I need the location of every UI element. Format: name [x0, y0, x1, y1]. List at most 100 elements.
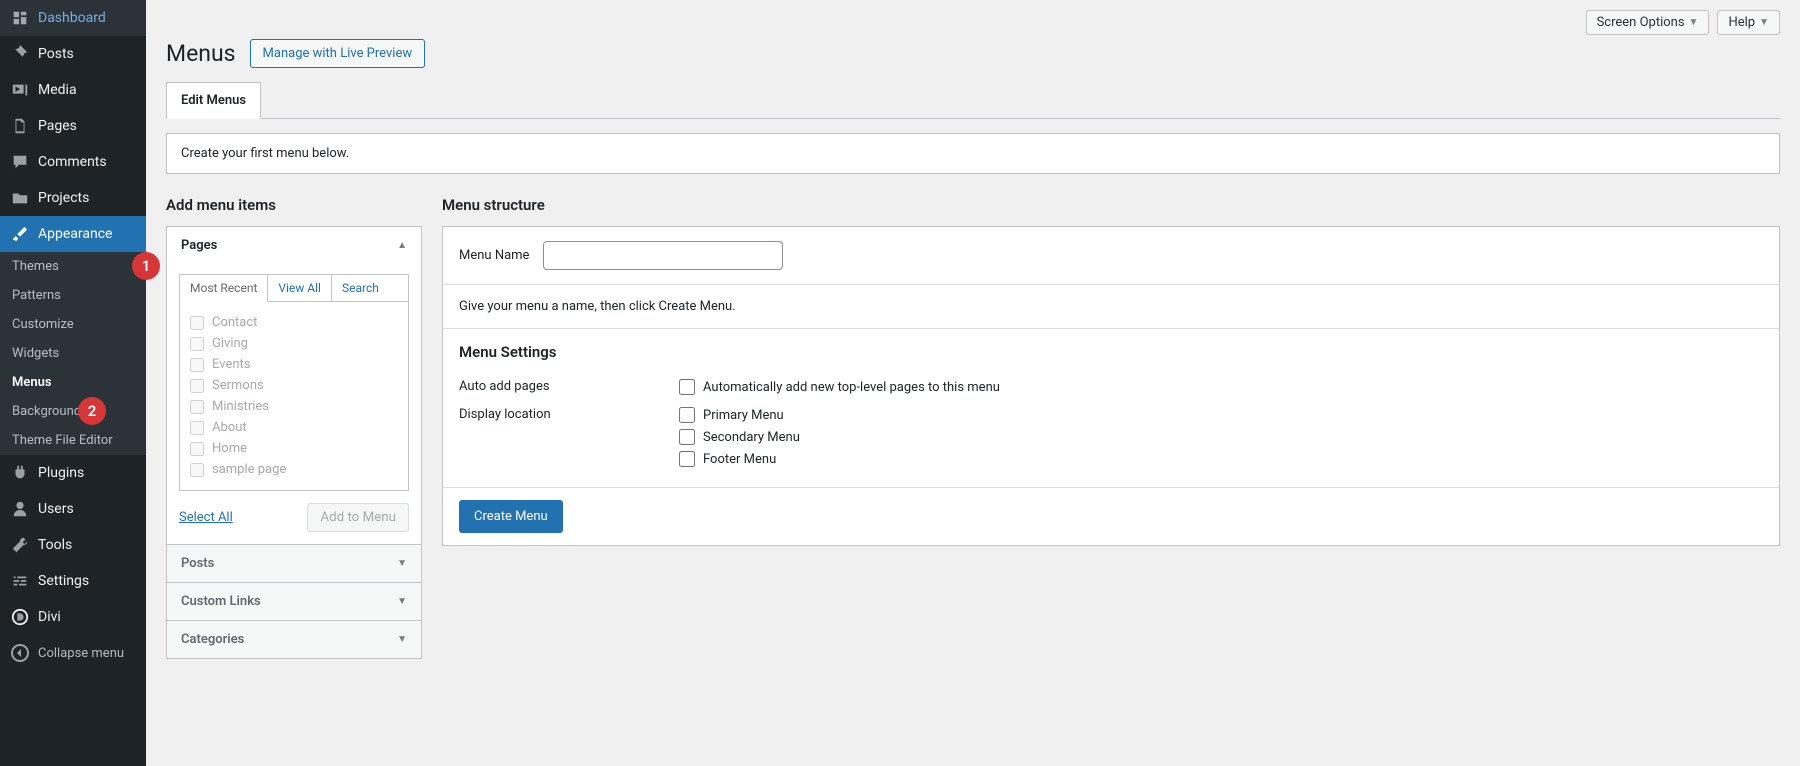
caret-down-icon: ▼ [1759, 17, 1769, 28]
list-item[interactable]: Events [190, 354, 398, 375]
list-item[interactable]: Sermons [190, 375, 398, 396]
auto-add-label: Auto add pages [459, 379, 679, 395]
location-primary[interactable]: Primary Menu [679, 407, 800, 423]
label: Users [38, 501, 74, 517]
list-item[interactable]: Ministries [190, 396, 398, 417]
caret-down-icon: ▼ [397, 596, 407, 607]
badge-appearance: 1 [132, 252, 160, 280]
sidebar-item-plugins[interactable]: Plugins [0, 455, 146, 491]
checkbox[interactable] [679, 407, 695, 423]
sidebar-item-settings[interactable]: Settings [0, 563, 146, 599]
list-item[interactable]: Contact [190, 312, 398, 333]
subtab-search[interactable]: Search [332, 275, 408, 302]
help-button[interactable]: Help▼ [1717, 10, 1780, 35]
submenu-menus[interactable]: Menus [0, 368, 146, 397]
caret-down-icon: ▼ [397, 558, 407, 569]
submenu-background[interactable]: Background [0, 397, 146, 426]
caret-down-icon: ▼ [1689, 17, 1699, 28]
caret-up-icon: ▲ [397, 240, 407, 251]
label: Media [38, 82, 77, 98]
list-item[interactable]: Home [190, 438, 398, 459]
submenu-customize[interactable]: Customize [0, 310, 146, 339]
list-item[interactable]: sample page [190, 459, 398, 480]
accordion-pages[interactable]: Pages▲ [167, 227, 421, 264]
add-to-menu-button[interactable]: Add to Menu [307, 503, 409, 532]
pin-icon [10, 44, 30, 64]
auto-add-option[interactable]: Automatically add new top-level pages to… [679, 379, 1000, 395]
main-content: Screen Options▼ Help▼ Menus Manage with … [146, 0, 1800, 766]
label: Settings [38, 573, 89, 589]
sidebar-item-media[interactable]: Media [0, 72, 146, 108]
location-secondary[interactable]: Secondary Menu [679, 429, 800, 445]
sidebar-item-pages[interactable]: Pages [0, 108, 146, 144]
media-icon [10, 80, 30, 100]
live-preview-button[interactable]: Manage with Live Preview [250, 39, 426, 68]
menu-name-input[interactable] [543, 241, 783, 270]
checkbox[interactable] [190, 400, 204, 414]
brush-icon [10, 224, 30, 244]
create-menu-button[interactable]: Create Menu [459, 500, 563, 533]
select-all-link[interactable]: Select All [179, 510, 233, 525]
pages-checklist: Contact Giving Events Sermons Ministries… [179, 302, 409, 491]
checkbox[interactable] [190, 463, 204, 477]
submenu-theme-editor[interactable]: Theme File Editor [0, 426, 146, 455]
settings-title: Menu Settings [459, 343, 1763, 361]
comments-icon [10, 152, 30, 172]
sidebar-item-tools[interactable]: Tools [0, 527, 146, 563]
checkbox[interactable] [679, 429, 695, 445]
subtab-recent[interactable]: Most Recent [180, 275, 268, 302]
badge-menus: 2 [78, 397, 106, 425]
collapse-menu[interactable]: Collapse menu [0, 635, 146, 671]
checkbox[interactable] [190, 316, 204, 330]
label: Tools [38, 537, 72, 553]
accordion-posts[interactable]: Posts▼ [167, 545, 421, 582]
list-item[interactable]: About [190, 417, 398, 438]
caret-down-icon: ▼ [397, 634, 407, 645]
submenu-themes[interactable]: Themes [0, 252, 146, 281]
checkbox[interactable] [679, 379, 695, 395]
sidebar-item-comments[interactable]: Comments [0, 144, 146, 180]
user-icon [10, 499, 30, 519]
sidebar-item-users[interactable]: Users [0, 491, 146, 527]
menu-name-label: Menu Name [459, 248, 529, 263]
submenu-patterns[interactable]: Patterns [0, 281, 146, 310]
accordion-custom-links[interactable]: Custom Links▼ [167, 583, 421, 620]
sidebar-item-divi[interactable]: Divi [0, 599, 146, 635]
admin-sidebar: Dashboard Posts Media Pages Comments Pro… [0, 0, 146, 766]
label: Pages [38, 118, 77, 134]
label: Plugins [38, 465, 84, 481]
notice: Create your first menu below. [166, 133, 1780, 174]
accordion-categories[interactable]: Categories▼ [167, 621, 421, 658]
sidebar-item-posts[interactable]: Posts [0, 36, 146, 72]
location-footer[interactable]: Footer Menu [679, 451, 800, 467]
tools-icon [10, 535, 30, 555]
checkbox[interactable] [190, 379, 204, 393]
checkbox[interactable] [190, 421, 204, 435]
submenu-widgets[interactable]: Widgets [0, 339, 146, 368]
accordion: Pages▲ Most Recent View All Search Conta… [166, 226, 422, 659]
sidebar-item-projects[interactable]: Projects [0, 180, 146, 216]
list-item[interactable]: Giving [190, 333, 398, 354]
checkbox[interactable] [679, 451, 695, 467]
add-items-heading: Add menu items [166, 196, 422, 214]
checkbox[interactable] [190, 337, 204, 351]
label: Comments [38, 154, 107, 170]
sidebar-item-dashboard[interactable]: Dashboard [0, 0, 146, 36]
checkbox[interactable] [190, 358, 204, 372]
label: Posts [38, 46, 74, 62]
plugin-icon [10, 463, 30, 483]
tabs: Edit Menus [166, 82, 1780, 119]
checkbox[interactable] [190, 442, 204, 456]
label: Appearance [38, 226, 112, 242]
sidebar-item-appearance[interactable]: Appearance [0, 216, 146, 252]
subtab-view-all[interactable]: View All [268, 275, 332, 302]
label: Divi [38, 609, 61, 625]
settings-icon [10, 571, 30, 591]
tab-edit-menus[interactable]: Edit Menus [166, 82, 261, 119]
page-title: Menus [166, 40, 236, 67]
screen-options-button[interactable]: Screen Options▼ [1586, 10, 1710, 35]
structure-heading: Menu structure [442, 196, 1780, 214]
hint-text: Give your menu a name, then click Create… [443, 285, 1779, 329]
pages-icon [10, 116, 30, 136]
divi-icon [10, 607, 30, 627]
